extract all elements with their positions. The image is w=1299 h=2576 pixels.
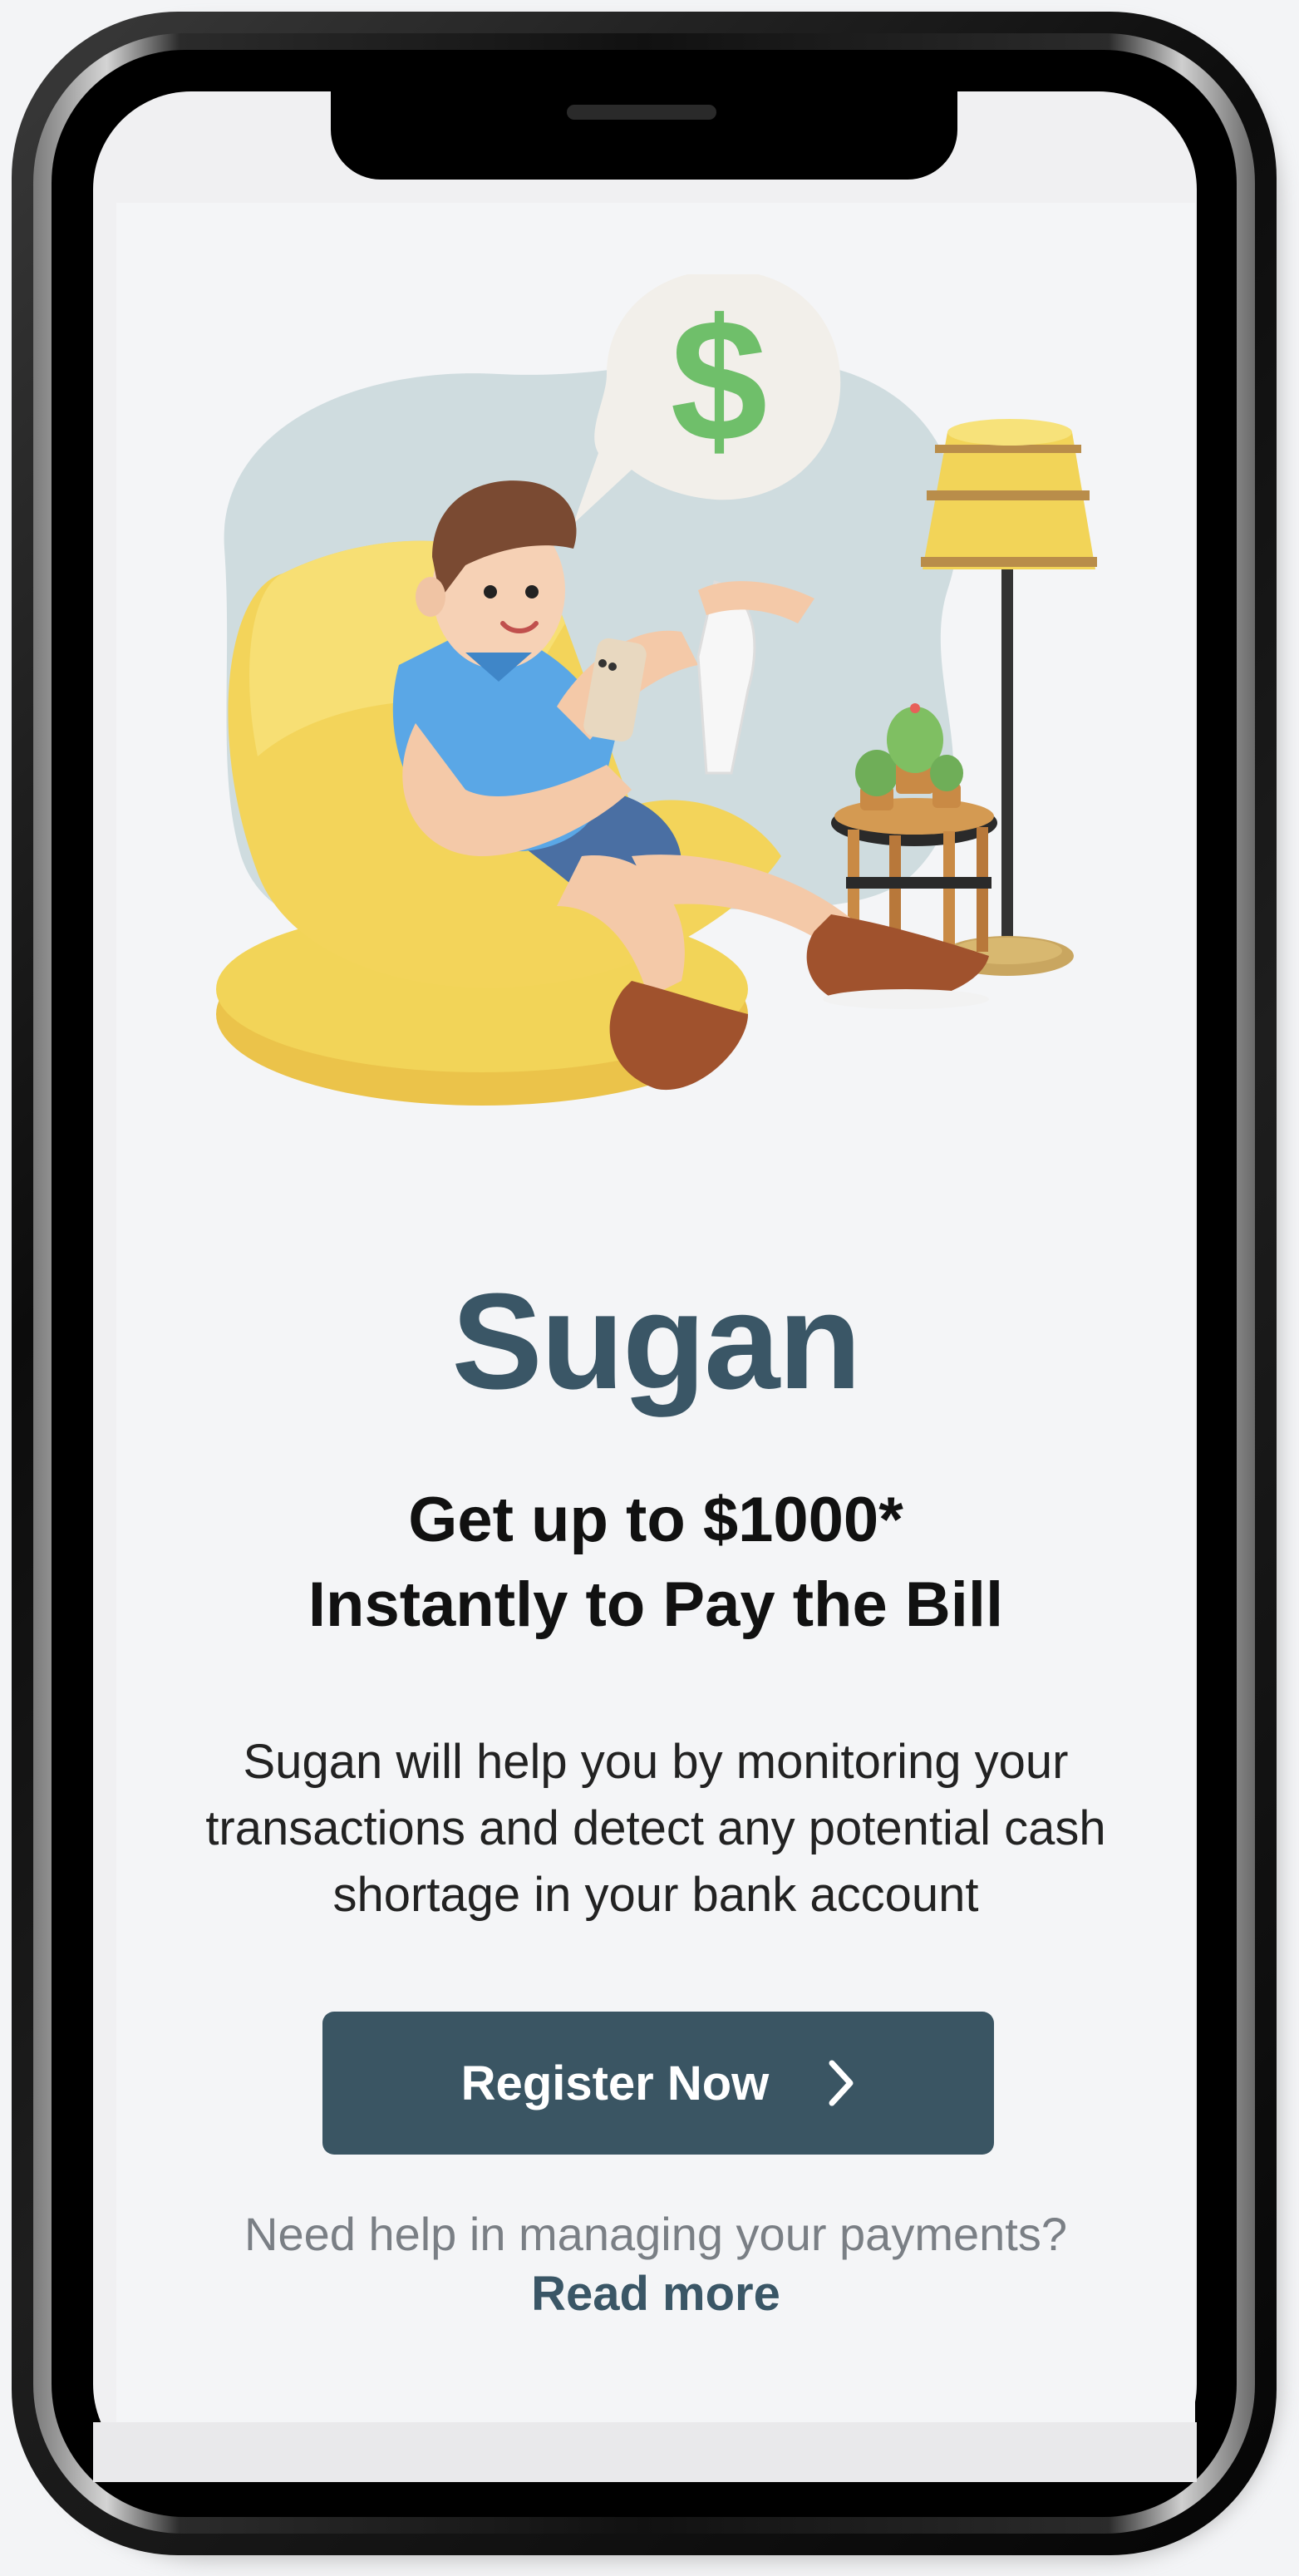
chevron-right-icon <box>829 2060 854 2106</box>
brand-title: Sugan <box>451 1265 861 1417</box>
hero-illustration: $ <box>216 274 1097 1106</box>
screen-bottom-band <box>93 2422 1197 2482</box>
headline-line-2: Instantly to Pay the Bill <box>308 1569 1004 1640</box>
description-line-1: Sugan will help you by monitoring your <box>243 1735 1069 1789</box>
lamp-pole <box>1001 565 1013 964</box>
description-line-2: transactions and detect any potential ca… <box>205 1801 1106 1855</box>
help-text: Need help in managing your payments? <box>244 2208 1067 2260</box>
headline-line-1: Get up to $1000* <box>408 1485 903 1555</box>
headline: Get up to $1000* Instantly to Pay the Bi… <box>116 1478 1195 1648</box>
register-now-button[interactable]: Register Now <box>322 2012 994 2155</box>
speaker-grille <box>567 105 716 120</box>
svg-text:$: $ <box>671 283 768 478</box>
register-now-label: Register Now <box>460 2056 770 2111</box>
description: Sugan will help you by monitoring your t… <box>133 1729 1178 1928</box>
read-more-link[interactable]: Read more <box>116 2266 1195 2322</box>
description-line-3: shortage in your bank account <box>332 1868 979 1922</box>
